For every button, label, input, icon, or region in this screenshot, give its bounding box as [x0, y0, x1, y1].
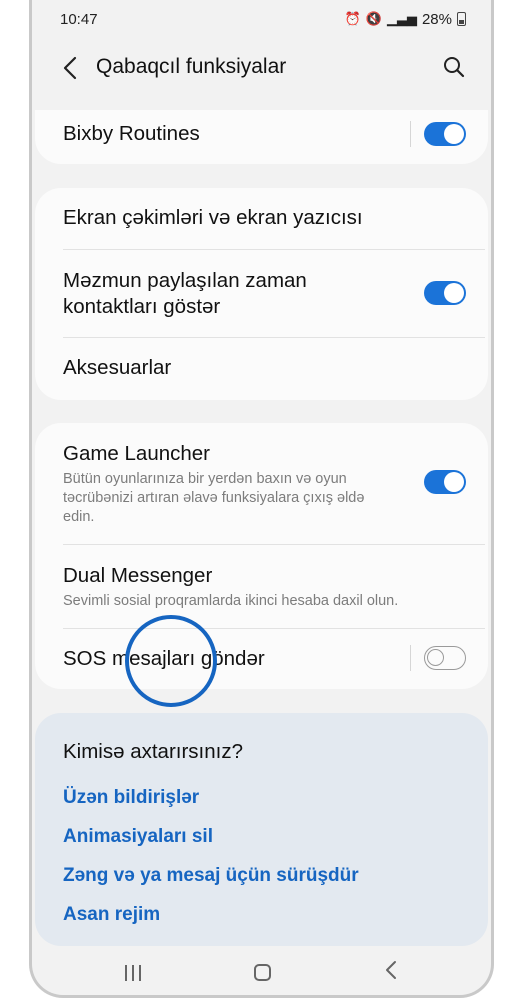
sos-toggle[interactable] — [424, 646, 466, 670]
highlight-ring — [125, 615, 217, 707]
routines-card: Bixby Routines — [35, 110, 488, 164]
settings-card-3: Game Launcher Bütün oyunlarınıza bir yer… — [35, 423, 488, 689]
status-icons: ⏰ 🔇 ▁▃▅ 28% — [345, 11, 466, 28]
signal-icon: ▁▃▅ — [386, 11, 417, 26]
search-icon[interactable] — [441, 54, 467, 80]
divider — [63, 249, 485, 250]
dual-messenger-row[interactable]: Dual Messenger Sevimli sosial proqramlar… — [63, 563, 460, 611]
page-title: Qabaqcıl funksiyalar — [96, 55, 287, 78]
divider — [63, 628, 485, 629]
settings-card-2: Ekran çəkimləri və ekran yazıcısı Məzmun… — [35, 188, 488, 400]
sos-row[interactable]: SOS mesajları göndər — [63, 646, 460, 672]
game-launcher-label: Game Launcher — [63, 442, 211, 465]
bixby-routines-row[interactable]: Bixby Routines — [63, 121, 460, 147]
alarm-icon: ⏰ — [344, 11, 361, 26]
suggestions-title: Kimisə axtarırsınız? — [63, 740, 243, 763]
dual-messenger-description: Sevimli sosial proqramlarda ikinci hesab… — [63, 593, 399, 609]
app-bar: Qabaqcıl funksiyalar — [32, 44, 491, 92]
accessories-label: Aksesuarlar — [63, 356, 172, 379]
battery-icon — [457, 12, 466, 26]
home-icon[interactable] — [254, 964, 271, 981]
divider — [63, 337, 485, 338]
navigation-bar — [32, 950, 491, 995]
suggestion-link[interactable]: Zəng və ya mesaj üçün sürüşdür — [63, 865, 359, 887]
divider — [63, 544, 485, 545]
battery-percent: 28% — [421, 10, 452, 28]
suggestion-link[interactable]: Asan rejim — [63, 904, 160, 926]
suggestion-link[interactable]: Animasiyaları sil — [63, 826, 213, 848]
screenshots-row[interactable]: Ekran çəkimləri və ekran yazıcısı — [63, 205, 460, 231]
suggestions-card: Kimisə axtarırsınız? Üzən bildirişlər An… — [35, 713, 488, 946]
content-share-label: Məzmun paylaşılan zaman kontaktları göst… — [63, 269, 307, 318]
content-share-row[interactable]: Məzmun paylaşılan zaman kontaktları göst… — [63, 268, 398, 320]
bixby-routines-toggle[interactable] — [424, 122, 466, 146]
sos-label: SOS mesajları göndər — [63, 647, 265, 670]
back-icon[interactable] — [384, 959, 398, 988]
recent-apps-icon[interactable] — [124, 965, 142, 981]
game-launcher-description: Bütün oyunlarınıza bir yerdən baxın və o… — [63, 471, 365, 525]
status-time: 10:47 — [60, 10, 98, 28]
accessories-row[interactable]: Aksesuarlar — [63, 355, 460, 381]
mute-icon: 🔇 — [365, 11, 382, 26]
game-launcher-toggle[interactable] — [424, 470, 466, 494]
dual-messenger-label: Dual Messenger — [63, 564, 213, 587]
bixby-routines-label: Bixby Routines — [63, 122, 200, 145]
divider — [410, 645, 411, 671]
suggestion-link[interactable]: Üzən bildirişlər — [63, 787, 199, 809]
status-bar: 10:47 ⏰ 🔇 ▁▃▅ 28% — [32, 0, 491, 38]
phone-screen: 10:47 ⏰ 🔇 ▁▃▅ 28% Qabaqcıl funksiyalar B… — [29, 0, 494, 998]
screenshots-label: Ekran çəkimləri və ekran yazıcısı — [63, 206, 363, 229]
back-chevron-icon[interactable] — [58, 52, 82, 84]
game-launcher-row[interactable]: Game Launcher Bütün oyunlarınıza bir yer… — [63, 441, 398, 527]
divider — [410, 121, 411, 147]
content-share-toggle[interactable] — [424, 281, 466, 305]
